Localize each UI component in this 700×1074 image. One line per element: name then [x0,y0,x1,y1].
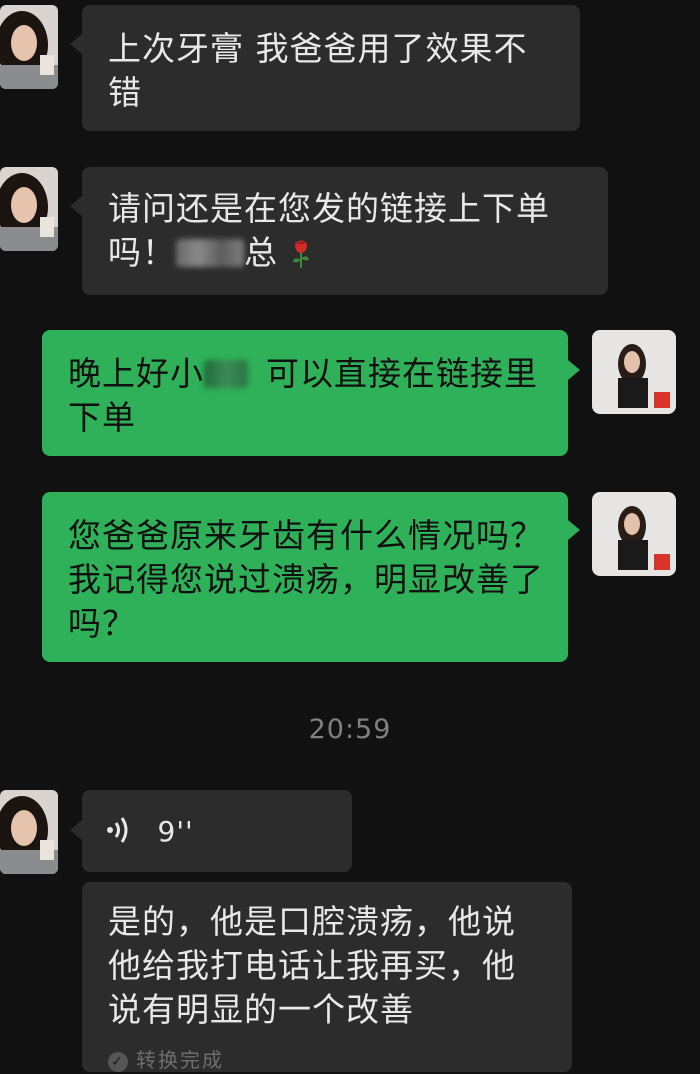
contact-avatar[interactable] [0,167,58,251]
incoming-message[interactable]: 上次牙膏 我爸爸用了效果不错 [82,5,580,131]
bubble-tail [568,360,580,380]
transcription-text: 是的，他是口腔溃疡，他说他给我打电话让我再买，他说有明显的一个改善 [108,902,516,1029]
timestamp: 20:59 [308,714,392,745]
incoming-message[interactable]: 请问还是在您发的链接上下单吗！总 [82,167,608,295]
bubble-tail [70,820,82,840]
my-avatar[interactable] [592,330,676,414]
message-text: 上次牙膏 我爸爸用了效果不错 [108,29,528,112]
voice-duration: 9'' [157,815,194,848]
bubble-tail [70,196,82,216]
voice-message[interactable]: 9'' [82,790,352,872]
transcription-status: ✓ 转换完成 [108,1046,548,1074]
rose-icon [290,233,312,272]
message-text: 请问还是在您发的链接上下单吗！ [108,189,550,272]
message-text: 您爸爸原来牙齿有什么情况吗？我记得您说过溃疡，明显改善了吗？ [68,516,544,643]
outgoing-message[interactable]: 您爸爸原来牙齿有什么情况吗？我记得您说过溃疡，明显改善了吗？ [42,492,568,662]
message-suffix: 总 [244,233,278,272]
redacted-name [176,239,244,267]
check-icon: ✓ [108,1052,128,1072]
transcription-status-label: 转换完成 [136,1048,224,1072]
outgoing-message[interactable]: 晚上好小 可以直接在链接里下单 [42,330,568,456]
voice-transcription[interactable]: 是的，他是口腔溃疡，他说他给我打电话让我再买，他说有明显的一个改善 ✓ 转换完成 [82,882,572,1072]
bubble-tail [568,520,580,540]
message-text: 晚上好小 [68,354,204,393]
voice-wave-icon [106,810,144,849]
redacted-name [204,360,248,388]
my-avatar[interactable] [592,492,676,576]
bubble-tail [70,34,82,54]
contact-avatar[interactable] [0,5,58,89]
contact-avatar[interactable] [0,790,58,874]
